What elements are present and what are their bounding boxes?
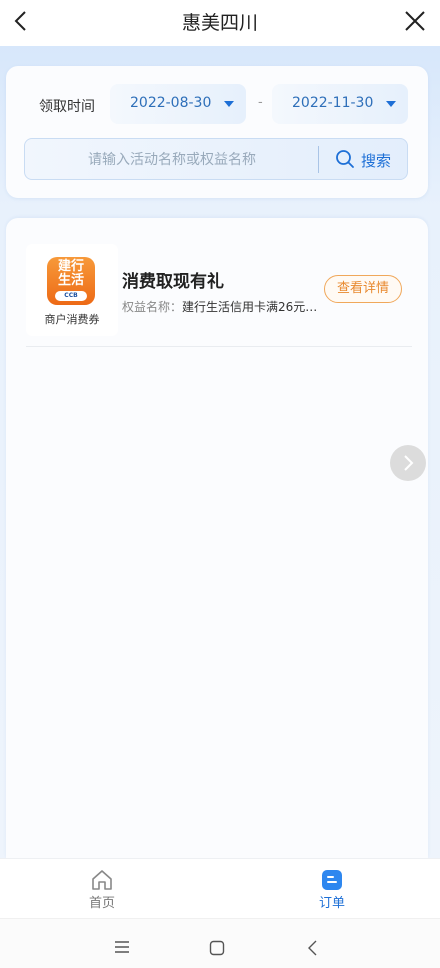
floating-next-button[interactable]: [390, 445, 426, 481]
receive-time-label: 领取时间: [39, 99, 95, 115]
filter-panel: 领取时间 2022-08-30 - 2022-11-30 搜索: [6, 66, 428, 198]
start-date-select[interactable]: 2022-08-30: [110, 84, 246, 124]
menu-icon[interactable]: [113, 940, 131, 954]
tab-home-label: 首页: [88, 896, 115, 911]
search-input[interactable]: [35, 147, 309, 173]
order-list: 建行 生活 CCB 商户消费券 消费取现有礼 权益名称：建行生活信用卡满26元……: [6, 218, 428, 858]
benefit-name-value: 建行生活信用卡满26元…: [182, 300, 318, 314]
close-x-icon[interactable]: [400, 6, 430, 36]
coupon-type-label: 商户消费券: [44, 313, 100, 326]
activity-title: 消费取现有礼: [122, 272, 224, 292]
logo-text-line2: 生活: [57, 273, 84, 288]
benefit-name: 权益名称：建行生活信用卡满26元…: [122, 298, 317, 315]
home-square-icon[interactable]: [209, 940, 225, 956]
dropdown-arrow-icon: [386, 101, 396, 107]
ccb-badge: CCB: [55, 291, 87, 301]
logo-text-line1: 建行: [57, 259, 84, 274]
end-date-value: 2022-11-30: [292, 95, 374, 111]
view-detail-button[interactable]: 查看详情: [324, 275, 402, 303]
search-button[interactable]: 搜索: [327, 139, 407, 179]
chevron-right-icon: [404, 455, 414, 471]
bottom-tab-bar: 首页 订单: [0, 858, 440, 919]
benefit-name-key: 权益名称：: [122, 300, 183, 314]
tab-orders-label: 订单: [318, 896, 345, 911]
back-triangle-icon[interactable]: [306, 939, 320, 957]
home-icon: [92, 870, 112, 890]
system-navigation-bar: [0, 918, 440, 968]
tab-orders[interactable]: 订单: [282, 859, 382, 919]
search-divider: [318, 146, 319, 173]
date-separator: -: [258, 95, 263, 110]
end-date-select[interactable]: 2022-11-30: [272, 84, 408, 124]
tab-home[interactable]: 首页: [52, 859, 152, 919]
merchant-logo: 建行 生活 CCB 商户消费券: [26, 244, 118, 336]
search-box: 搜索: [24, 138, 408, 180]
page-title: 惠美四川: [181, 12, 258, 34]
start-date-value: 2022-08-30: [130, 95, 212, 111]
order-icon: [322, 870, 342, 890]
search-button-label: 搜索: [361, 152, 392, 170]
dropdown-arrow-icon: [224, 101, 234, 107]
list-item[interactable]: 建行 生活 CCB 商户消费券 消费取现有礼 权益名称：建行生活信用卡满26元……: [26, 244, 412, 347]
ccb-life-logo: 建行 生活 CCB: [47, 257, 95, 305]
search-icon: [336, 150, 354, 168]
app-header: 惠美四川: [0, 0, 440, 46]
